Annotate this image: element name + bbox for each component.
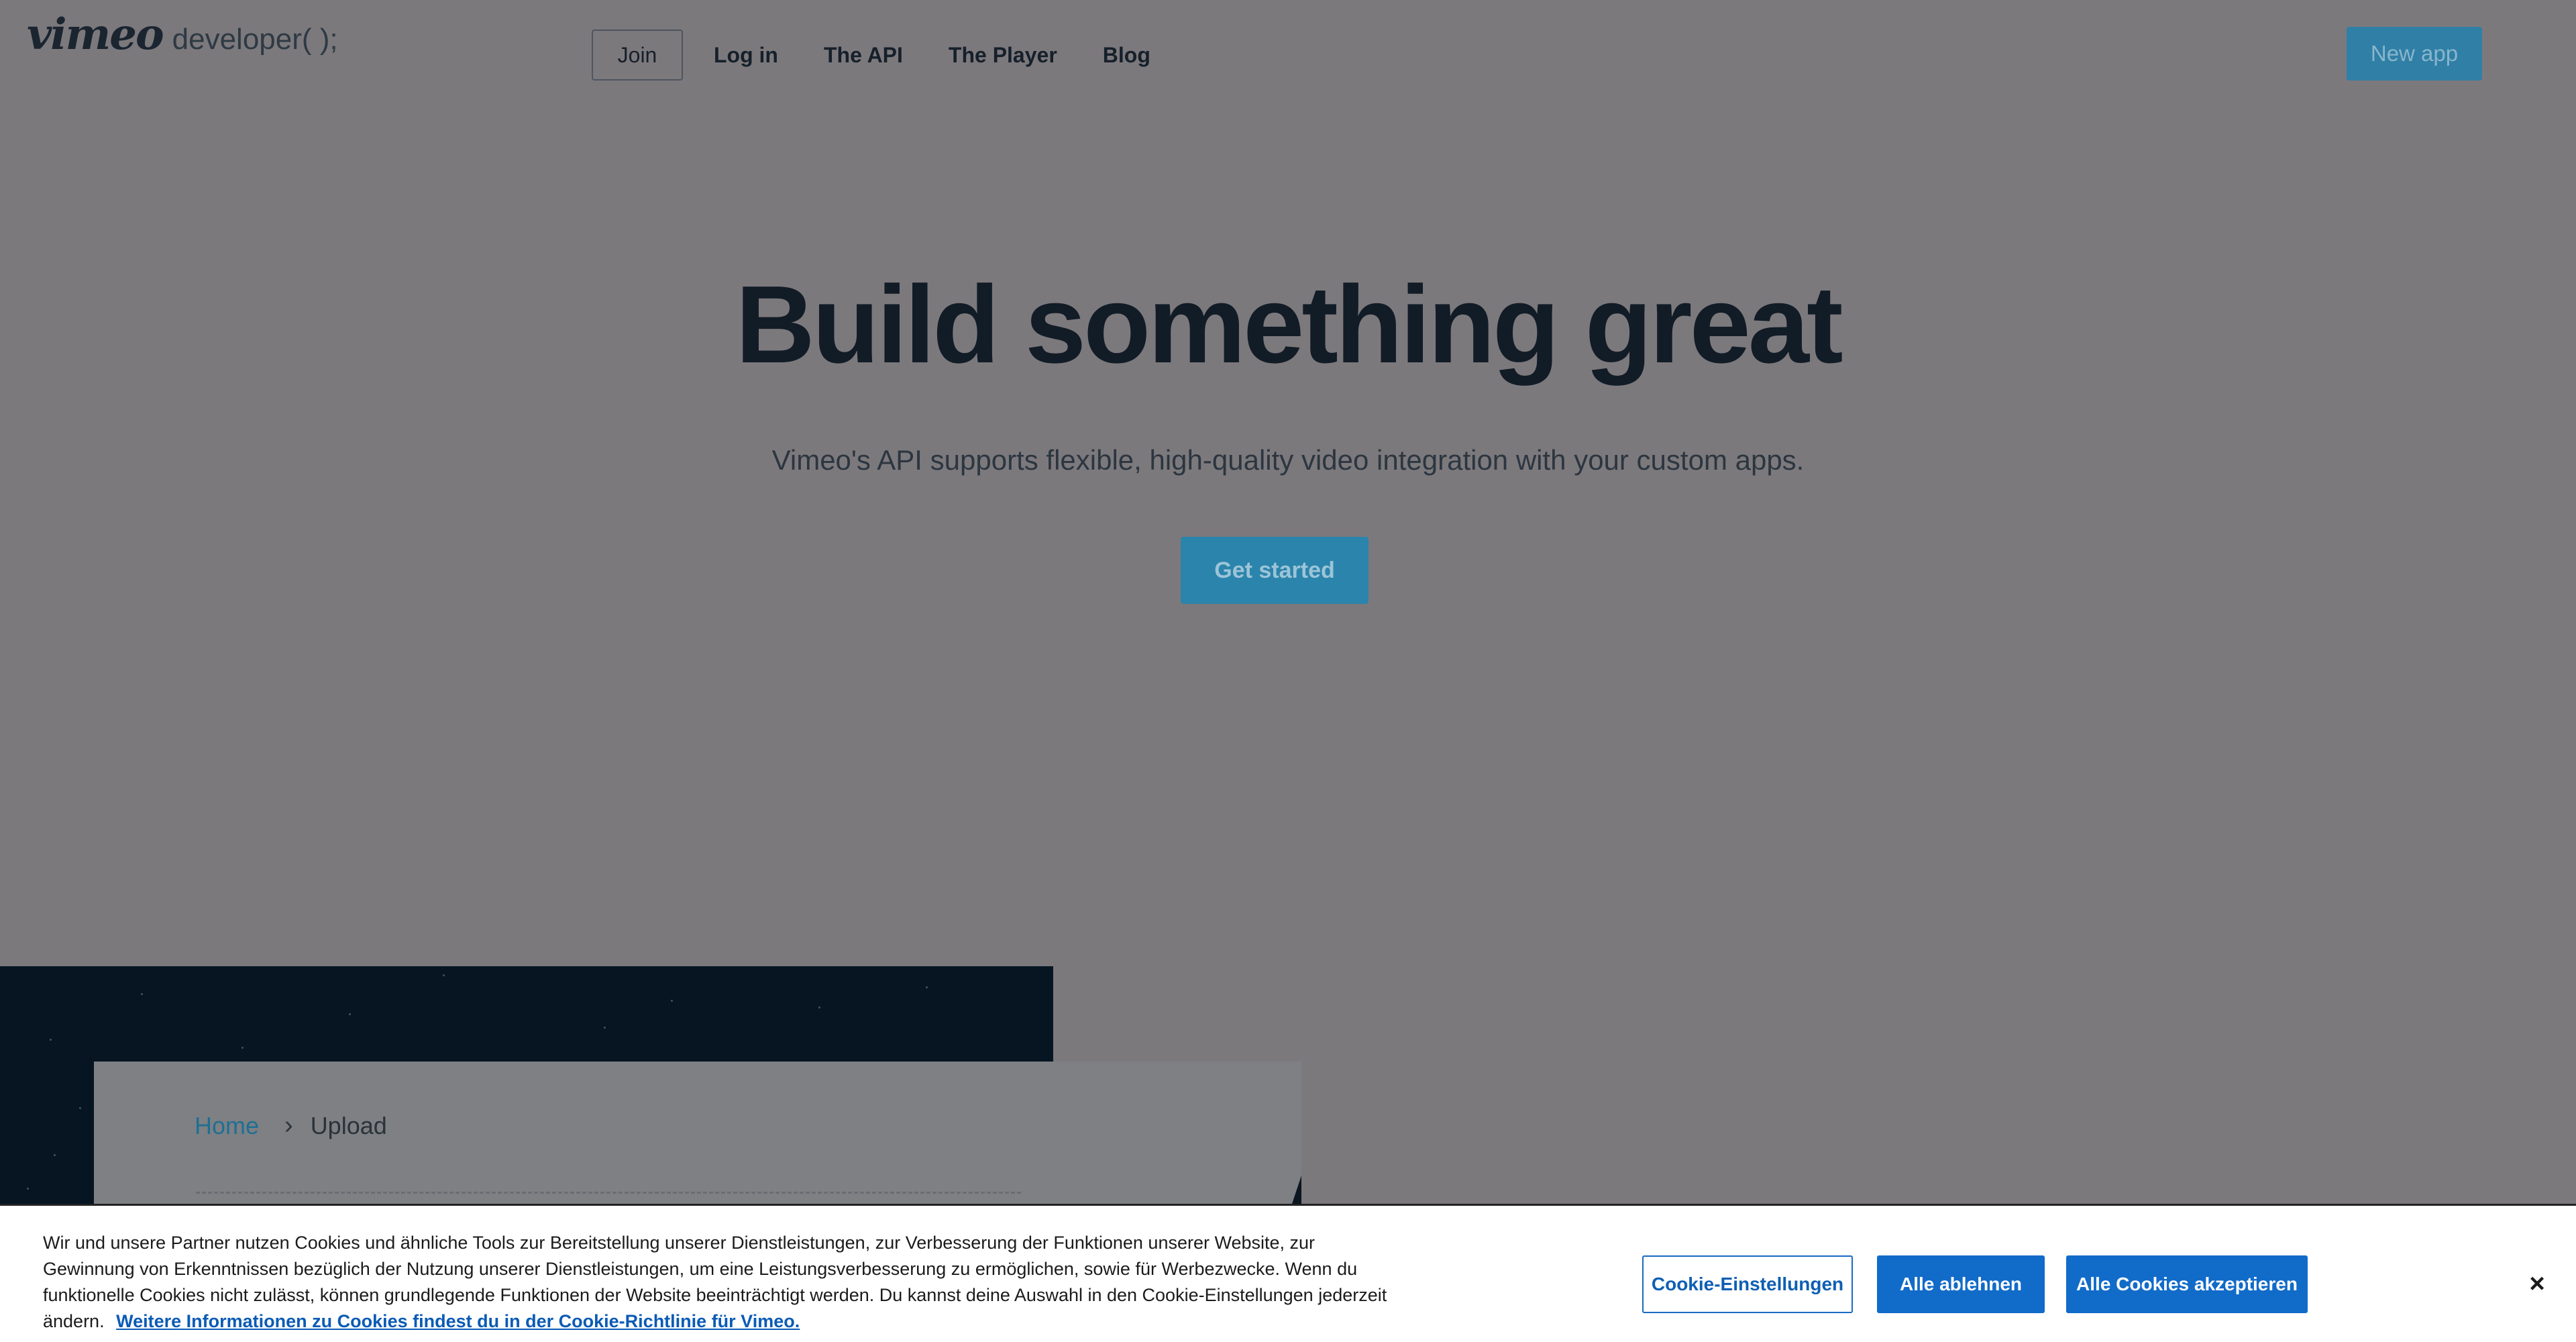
hero-subtitle: Vimeo's API supports flexible, high-qual… xyxy=(771,444,1805,476)
nav-login-link[interactable]: Log in xyxy=(714,43,778,68)
logo-wordmark: vimeo xyxy=(27,9,164,60)
reject-all-button[interactable]: Alle ablehnen xyxy=(1877,1255,2045,1313)
get-started-button[interactable]: Get started xyxy=(1181,537,1368,604)
cookie-consent-banner: Wir und unsere Partner nutzen Cookies un… xyxy=(0,1204,2576,1342)
vimeo-developer-logo[interactable]: vimeo developer( ); xyxy=(27,9,338,74)
upload-dropzone-border xyxy=(196,1192,1021,1194)
nav-api-link[interactable]: The API xyxy=(824,43,903,68)
nav-player-link[interactable]: The Player xyxy=(949,43,1057,68)
main-nav: Join Log in The API The Player Blog xyxy=(592,28,1196,82)
join-button[interactable]: Join xyxy=(592,30,683,81)
cookie-policy-link[interactable]: Weitere Informationen zu Cookies findest… xyxy=(116,1311,800,1331)
new-app-button[interactable]: New app xyxy=(2347,27,2482,81)
hero-title: Build something great xyxy=(735,263,1843,386)
cookie-banner-text: Wir und unsere Partner nutzen Cookies un… xyxy=(43,1230,1405,1335)
page: vimeo developer( ); Join Log in The API … xyxy=(0,0,2576,1342)
breadcrumb-current: Upload xyxy=(310,1111,387,1139)
accept-all-button[interactable]: Alle Cookies akzeptieren xyxy=(2066,1255,2308,1313)
chevron-right-icon: › xyxy=(284,1111,293,1139)
breadcrumb-home-link[interactable]: Home xyxy=(195,1112,259,1140)
cookie-settings-button[interactable]: Cookie-Einstellungen xyxy=(1642,1255,1853,1313)
close-icon[interactable]: × xyxy=(2518,1265,2556,1302)
breadcrumb: Home › Upload xyxy=(195,1111,387,1140)
logo-subtitle: developer( ); xyxy=(172,23,338,56)
decorative-shape xyxy=(1291,1176,1301,1208)
nav-blog-link[interactable]: Blog xyxy=(1103,43,1150,68)
